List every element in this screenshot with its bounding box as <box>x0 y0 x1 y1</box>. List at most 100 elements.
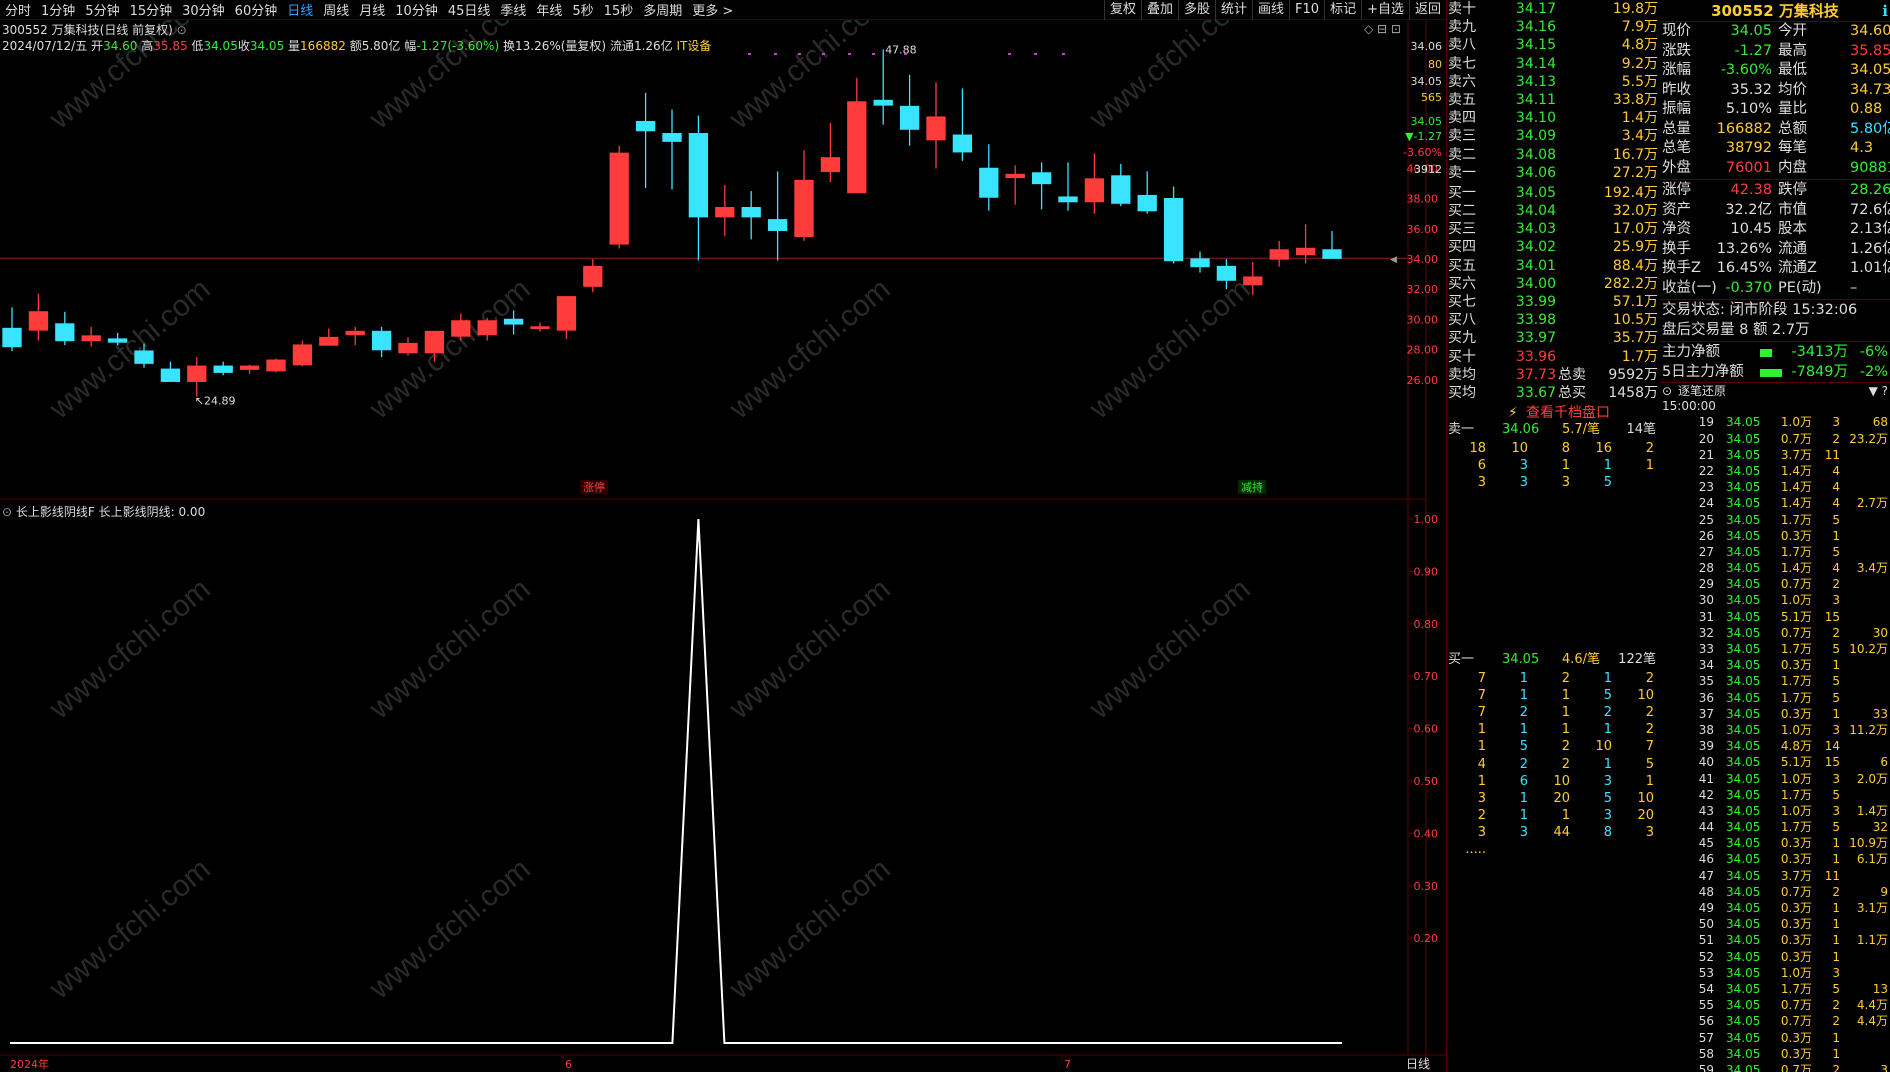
candle-body[interactable] <box>715 207 735 218</box>
tool-button-2[interactable]: 多股 <box>1177 0 1215 20</box>
candle-body[interactable] <box>345 330 365 336</box>
candle-body[interactable] <box>134 350 154 364</box>
tool-button-5[interactable]: F10 <box>1289 0 1324 20</box>
candle-body[interactable] <box>926 116 946 141</box>
period-tab-9[interactable]: 10分钟 <box>390 0 443 19</box>
candle-body[interactable] <box>767 219 788 231</box>
sell-level-row[interactable]: 卖二 34.08 16.7万 <box>1446 146 1660 164</box>
candle-body[interactable] <box>635 120 656 132</box>
period-tab-11[interactable]: 季线 <box>495 0 531 19</box>
tick-title[interactable]: 逐笔还原 <box>1678 383 1726 399</box>
tool-button-4[interactable]: 画线 <box>1252 0 1289 20</box>
sell-level-row[interactable]: 卖一 34.06 27.2万 <box>1446 164 1660 182</box>
candle-body[interactable] <box>1031 172 1052 185</box>
candle-body[interactable] <box>1243 276 1263 286</box>
candle-body[interactable] <box>1322 249 1342 259</box>
candle-body[interactable] <box>213 365 233 373</box>
candle-body[interactable] <box>107 338 128 343</box>
candle-body[interactable] <box>1005 173 1025 179</box>
candle-body[interactable] <box>979 167 999 198</box>
candle-body[interactable] <box>794 179 814 237</box>
tool-button-6[interactable]: 标记 <box>1324 0 1361 20</box>
buy-level-row[interactable]: 买六 34.00 282.2万 <box>1446 275 1660 293</box>
candle-body[interactable] <box>873 99 893 106</box>
buy-level-row[interactable]: 买十 33.96 1.7万 <box>1446 348 1660 366</box>
candle-body[interactable] <box>266 359 286 372</box>
sell-level-row[interactable]: 卖七 34.14 9.2万 <box>1446 55 1660 73</box>
candle-body[interactable] <box>398 342 418 354</box>
buy-level-row[interactable]: 买四 34.02 25.9万 <box>1446 238 1660 256</box>
tool-button-3[interactable]: 统计 <box>1215 0 1252 20</box>
tool-button-8[interactable]: 返回 <box>1408 0 1446 20</box>
candle-body[interactable] <box>741 207 761 218</box>
candle-body[interactable] <box>1216 265 1237 281</box>
tool-button-1[interactable]: 叠加 <box>1140 0 1178 20</box>
main_flow-row[interactable]: 主力净额 -3413万 -6% <box>1660 343 1890 363</box>
sell-level-row[interactable]: 卖九 34.16 7.9万 <box>1446 18 1660 36</box>
candle-body[interactable] <box>952 134 973 153</box>
candle-body[interactable] <box>239 365 260 370</box>
buy-level-row[interactable]: 买一 34.05 192.4万 <box>1446 184 1660 202</box>
candle-body[interactable] <box>424 330 445 354</box>
period-tab-1[interactable]: 1分钟 <box>36 0 80 19</box>
period-tab-0[interactable]: 分时 <box>0 0 36 19</box>
sell-level-row[interactable]: 卖四 34.10 1.4万 <box>1446 109 1660 127</box>
candle-body[interactable] <box>847 101 867 194</box>
info-concept[interactable]: IT设备 <box>677 39 712 53</box>
sell-level-row[interactable]: 卖三 34.09 3.4万 <box>1446 127 1660 145</box>
buy-level-row[interactable]: 买五 34.01 88.4万 <box>1446 257 1660 275</box>
buy-level-row[interactable]: 买七 33.99 57.1万 <box>1446 293 1660 311</box>
sell-level-row[interactable]: 卖八 34.15 4.8万 <box>1446 36 1660 54</box>
sell-level-row[interactable]: 卖五 34.11 33.8万 <box>1446 91 1660 109</box>
candle-body[interactable] <box>187 365 207 382</box>
queue-more[interactable]: ..... <box>1446 841 1660 858</box>
candle-body[interactable] <box>556 296 577 331</box>
buy-level-row[interactable]: 买二 34.04 32.0万 <box>1446 202 1660 220</box>
candle-body[interactable] <box>160 368 181 382</box>
period-tab-12[interactable]: 年线 <box>531 0 567 19</box>
candle-body[interactable] <box>1269 249 1289 260</box>
sell-level-row[interactable]: 卖十 34.17 19.8万 <box>1446 0 1660 18</box>
candle-body[interactable] <box>820 157 841 173</box>
candle-body[interactable] <box>530 326 550 330</box>
candle-body[interactable] <box>292 344 313 366</box>
period-label[interactable]: 日线 <box>1406 1057 1430 1071</box>
reduce-holding-marker[interactable]: 减持 <box>1241 480 1263 494</box>
chart-corner-icons[interactable]: ◇ ⊟ ⊡ <box>1364 22 1401 36</box>
candle-body[interactable] <box>1058 196 1078 203</box>
kline-chart[interactable]: www.cfchi.com www.cfchi.com www.cfchi.com w… <box>0 20 1446 1072</box>
candle-body[interactable] <box>81 335 101 342</box>
period-tab-16[interactable]: 更多 > <box>687 0 738 19</box>
candle-body[interactable] <box>371 330 392 351</box>
candle-body[interactable] <box>55 323 75 342</box>
buy-level-row[interactable]: 买八 33.98 10.5万 <box>1446 311 1660 329</box>
tool-button-7[interactable]: +自选 <box>1361 0 1409 20</box>
queue-more-text[interactable]: ..... <box>1446 841 1486 858</box>
limit-up-marker[interactable]: 涨停 <box>583 480 605 494</box>
period-tab-15[interactable]: 多周期 <box>638 0 687 19</box>
period-tab-14[interactable]: 15秒 <box>599 0 639 19</box>
candle-body[interactable] <box>1111 175 1131 204</box>
candle-body[interactable] <box>319 336 339 346</box>
candle-body[interactable] <box>1295 247 1316 256</box>
period-tab-8[interactable]: 月线 <box>354 0 390 19</box>
period-tab-7[interactable]: 周线 <box>318 0 354 19</box>
period-tab-5[interactable]: 60分钟 <box>230 0 283 19</box>
pin-icon[interactable]: ℹ <box>1882 0 1888 22</box>
period-tab-2[interactable]: 5分钟 <box>80 0 124 19</box>
candle-body[interactable] <box>1084 178 1105 203</box>
dropdown-icon[interactable]: ⊙ <box>177 23 187 37</box>
candle-body[interactable] <box>503 318 524 325</box>
indicator-name[interactable]: 长上影线阴线F <box>16 505 95 519</box>
candle-body[interactable] <box>662 133 682 142</box>
period-tab-4[interactable]: 30分钟 <box>177 0 230 19</box>
buy-level-row[interactable]: 买九 33.97 35.7万 <box>1446 329 1660 347</box>
sell-level-row[interactable]: 卖六 34.13 5.5万 <box>1446 73 1660 91</box>
candle-body[interactable] <box>583 265 603 287</box>
candle-body[interactable] <box>477 320 497 336</box>
period-tab-13[interactable]: 5秒 <box>567 0 598 19</box>
tick-help-icon[interactable]: ▼ ? <box>1869 383 1888 399</box>
tick-collapse-icon[interactable]: ⊙ <box>1662 383 1672 399</box>
period-tab-3[interactable]: 15分钟 <box>125 0 178 19</box>
flow5-row[interactable]: 5日主力净额 -7849万 -2% <box>1660 363 1890 383</box>
